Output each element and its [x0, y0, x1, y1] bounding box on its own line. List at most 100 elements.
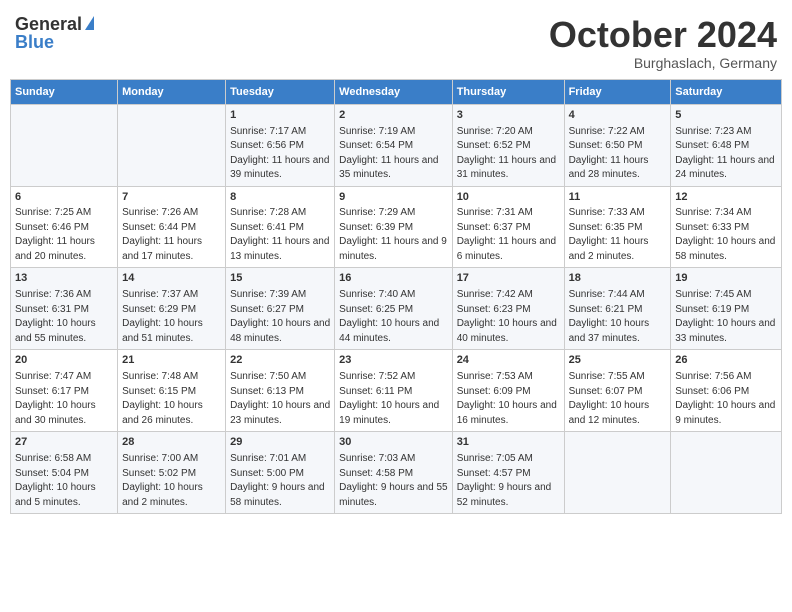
day-number: 3: [457, 108, 560, 124]
day-number: 12: [675, 190, 777, 206]
calendar-cell: 15Sunrise: 7:39 AM Sunset: 6:27 PM Dayli…: [226, 268, 335, 350]
day-number: 7: [122, 190, 221, 206]
day-info: Sunrise: 7:05 AM Sunset: 4:57 PM Dayligh…: [457, 452, 560, 510]
calendar-cell: 2Sunrise: 7:19 AM Sunset: 6:54 PM Daylig…: [335, 104, 453, 186]
day-info: Sunrise: 7:47 AM Sunset: 6:17 PM Dayligh…: [15, 370, 113, 428]
day-info: Sunrise: 7:44 AM Sunset: 6:21 PM Dayligh…: [569, 288, 667, 346]
calendar-cell: [118, 104, 226, 186]
day-info: Sunrise: 7:17 AM Sunset: 6:56 PM Dayligh…: [230, 125, 330, 183]
day-info: Sunrise: 7:19 AM Sunset: 6:54 PM Dayligh…: [339, 125, 448, 183]
logo-blue-text: Blue: [15, 33, 54, 51]
day-number: 20: [15, 353, 113, 369]
day-number: 21: [122, 353, 221, 369]
day-number: 23: [339, 353, 448, 369]
calendar-cell: 13Sunrise: 7:36 AM Sunset: 6:31 PM Dayli…: [11, 268, 118, 350]
calendar-week-row: 13Sunrise: 7:36 AM Sunset: 6:31 PM Dayli…: [11, 268, 782, 350]
calendar-body: 1Sunrise: 7:17 AM Sunset: 6:56 PM Daylig…: [11, 104, 782, 514]
calendar-cell: [11, 104, 118, 186]
calendar-week-row: 27Sunrise: 6:58 AM Sunset: 5:04 PM Dayli…: [11, 432, 782, 514]
day-info: Sunrise: 7:52 AM Sunset: 6:11 PM Dayligh…: [339, 370, 448, 428]
calendar-cell: 14Sunrise: 7:37 AM Sunset: 6:29 PM Dayli…: [118, 268, 226, 350]
day-number: 1: [230, 108, 330, 124]
calendar-cell: 26Sunrise: 7:56 AM Sunset: 6:06 PM Dayli…: [671, 350, 782, 432]
calendar-cell: 5Sunrise: 7:23 AM Sunset: 6:48 PM Daylig…: [671, 104, 782, 186]
calendar-cell: 11Sunrise: 7:33 AM Sunset: 6:35 PM Dayli…: [564, 186, 671, 268]
calendar-cell: 20Sunrise: 7:47 AM Sunset: 6:17 PM Dayli…: [11, 350, 118, 432]
day-info: Sunrise: 7:25 AM Sunset: 6:46 PM Dayligh…: [15, 206, 113, 264]
calendar-cell: 10Sunrise: 7:31 AM Sunset: 6:37 PM Dayli…: [452, 186, 564, 268]
calendar-cell: 21Sunrise: 7:48 AM Sunset: 6:15 PM Dayli…: [118, 350, 226, 432]
col-thursday: Thursday: [452, 79, 564, 104]
logo-general-text: General: [15, 15, 82, 33]
day-info: Sunrise: 7:33 AM Sunset: 6:35 PM Dayligh…: [569, 206, 667, 264]
calendar-cell: 18Sunrise: 7:44 AM Sunset: 6:21 PM Dayli…: [564, 268, 671, 350]
day-number: 30: [339, 435, 448, 451]
day-info: Sunrise: 7:48 AM Sunset: 6:15 PM Dayligh…: [122, 370, 221, 428]
col-sunday: Sunday: [11, 79, 118, 104]
calendar-cell: [564, 432, 671, 514]
day-number: 25: [569, 353, 667, 369]
day-number: 27: [15, 435, 113, 451]
day-info: Sunrise: 7:31 AM Sunset: 6:37 PM Dayligh…: [457, 206, 560, 264]
day-number: 19: [675, 271, 777, 287]
calendar-header: Sunday Monday Tuesday Wednesday Thursday…: [11, 79, 782, 104]
day-info: Sunrise: 6:58 AM Sunset: 5:04 PM Dayligh…: [15, 452, 113, 510]
day-info: Sunrise: 7:45 AM Sunset: 6:19 PM Dayligh…: [675, 288, 777, 346]
day-info: Sunrise: 7:50 AM Sunset: 6:13 PM Dayligh…: [230, 370, 330, 428]
day-number: 28: [122, 435, 221, 451]
day-number: 2: [339, 108, 448, 124]
day-number: 8: [230, 190, 330, 206]
calendar-cell: 23Sunrise: 7:52 AM Sunset: 6:11 PM Dayli…: [335, 350, 453, 432]
day-info: Sunrise: 7:03 AM Sunset: 4:58 PM Dayligh…: [339, 452, 448, 510]
day-info: Sunrise: 7:00 AM Sunset: 5:02 PM Dayligh…: [122, 452, 221, 510]
calendar-cell: 4Sunrise: 7:22 AM Sunset: 6:50 PM Daylig…: [564, 104, 671, 186]
calendar-cell: 30Sunrise: 7:03 AM Sunset: 4:58 PM Dayli…: [335, 432, 453, 514]
logo: General Blue: [15, 15, 94, 51]
calendar-cell: 19Sunrise: 7:45 AM Sunset: 6:19 PM Dayli…: [671, 268, 782, 350]
calendar-week-row: 6Sunrise: 7:25 AM Sunset: 6:46 PM Daylig…: [11, 186, 782, 268]
day-info: Sunrise: 7:53 AM Sunset: 6:09 PM Dayligh…: [457, 370, 560, 428]
day-info: Sunrise: 7:37 AM Sunset: 6:29 PM Dayligh…: [122, 288, 221, 346]
day-number: 18: [569, 271, 667, 287]
calendar-cell: [671, 432, 782, 514]
day-info: Sunrise: 7:01 AM Sunset: 5:00 PM Dayligh…: [230, 452, 330, 510]
calendar-cell: 29Sunrise: 7:01 AM Sunset: 5:00 PM Dayli…: [226, 432, 335, 514]
day-number: 5: [675, 108, 777, 124]
page-header: General Blue October 2024 Burghaslach, G…: [10, 10, 782, 71]
day-info: Sunrise: 7:42 AM Sunset: 6:23 PM Dayligh…: [457, 288, 560, 346]
title-block: October 2024 Burghaslach, Germany: [549, 15, 777, 71]
calendar-cell: 3Sunrise: 7:20 AM Sunset: 6:52 PM Daylig…: [452, 104, 564, 186]
day-info: Sunrise: 7:23 AM Sunset: 6:48 PM Dayligh…: [675, 125, 777, 183]
day-info: Sunrise: 7:34 AM Sunset: 6:33 PM Dayligh…: [675, 206, 777, 264]
calendar-week-row: 1Sunrise: 7:17 AM Sunset: 6:56 PM Daylig…: [11, 104, 782, 186]
day-info: Sunrise: 7:29 AM Sunset: 6:39 PM Dayligh…: [339, 206, 448, 264]
day-number: 16: [339, 271, 448, 287]
day-number: 10: [457, 190, 560, 206]
day-number: 14: [122, 271, 221, 287]
day-info: Sunrise: 7:22 AM Sunset: 6:50 PM Dayligh…: [569, 125, 667, 183]
day-number: 17: [457, 271, 560, 287]
calendar-cell: 8Sunrise: 7:28 AM Sunset: 6:41 PM Daylig…: [226, 186, 335, 268]
day-number: 26: [675, 353, 777, 369]
month-year-title: October 2024: [549, 15, 777, 55]
calendar-cell: 17Sunrise: 7:42 AM Sunset: 6:23 PM Dayli…: [452, 268, 564, 350]
logo-triangle-icon: [85, 16, 94, 30]
day-info: Sunrise: 7:20 AM Sunset: 6:52 PM Dayligh…: [457, 125, 560, 183]
location-subtitle: Burghaslach, Germany: [549, 55, 777, 71]
day-info: Sunrise: 7:36 AM Sunset: 6:31 PM Dayligh…: [15, 288, 113, 346]
calendar-cell: 28Sunrise: 7:00 AM Sunset: 5:02 PM Dayli…: [118, 432, 226, 514]
day-number: 24: [457, 353, 560, 369]
calendar-cell: 25Sunrise: 7:55 AM Sunset: 6:07 PM Dayli…: [564, 350, 671, 432]
calendar-table: Sunday Monday Tuesday Wednesday Thursday…: [10, 79, 782, 515]
day-number: 31: [457, 435, 560, 451]
col-tuesday: Tuesday: [226, 79, 335, 104]
calendar-cell: 31Sunrise: 7:05 AM Sunset: 4:57 PM Dayli…: [452, 432, 564, 514]
day-info: Sunrise: 7:39 AM Sunset: 6:27 PM Dayligh…: [230, 288, 330, 346]
col-saturday: Saturday: [671, 79, 782, 104]
day-number: 13: [15, 271, 113, 287]
calendar-week-row: 20Sunrise: 7:47 AM Sunset: 6:17 PM Dayli…: [11, 350, 782, 432]
calendar-cell: 7Sunrise: 7:26 AM Sunset: 6:44 PM Daylig…: [118, 186, 226, 268]
col-friday: Friday: [564, 79, 671, 104]
day-info: Sunrise: 7:55 AM Sunset: 6:07 PM Dayligh…: [569, 370, 667, 428]
day-number: 6: [15, 190, 113, 206]
